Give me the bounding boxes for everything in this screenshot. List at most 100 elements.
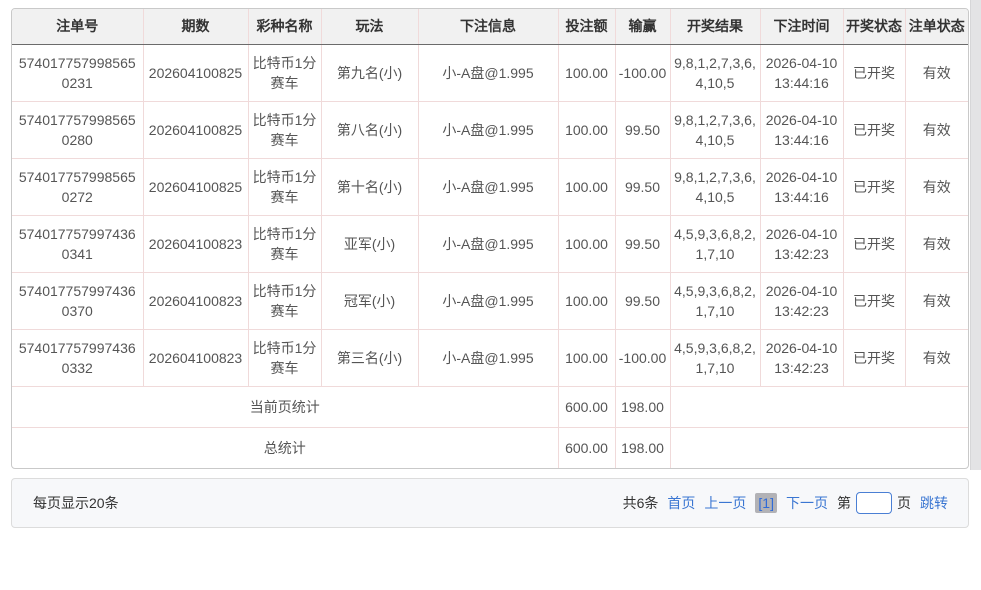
cell-play-type: 冠军(小) [321,273,418,330]
cell-draw-result: 9,8,1,2,7,3,6,4,10,5 [670,45,760,102]
total-count-label: 共6条 [623,493,659,513]
cell-order-no: 5740177579974360370 [12,273,143,330]
prev-page-link[interactable]: 上一页 [704,493,746,513]
page-summary-winloss: 198.00 [615,387,670,428]
table-row: 5740177579974360332 202604100823 比特币1分赛车… [12,330,968,387]
col-header-bet-amount: 投注额 [558,9,615,45]
bet-records-table: 注单号 期数 彩种名称 玩法 下注信息 投注额 输赢 开奖结果 下注时间 开奖状… [12,9,968,468]
cell-win-loss: 99.50 [615,216,670,273]
col-header-order-no: 注单号 [12,9,143,45]
cell-order-no: 5740177579985650280 [12,102,143,159]
cell-lottery-name: 比特币1分赛车 [248,330,321,387]
col-header-draw-status: 开奖状态 [843,9,905,45]
cell-order-no: 5740177579985650231 [12,45,143,102]
total-summary-amount: 600.00 [558,428,615,469]
cell-bet-time: 2026-04-10 13:42:23 [760,330,843,387]
col-header-lottery-name: 彩种名称 [248,9,321,45]
scrollbar-track[interactable] [970,0,981,470]
cell-win-loss: 99.50 [615,102,670,159]
table-row: 5740177579974360370 202604100823 比特币1分赛车… [12,273,968,330]
cell-period: 202604100823 [143,216,248,273]
cell-order-status: 有效 [905,102,968,159]
cell-period: 202604100825 [143,45,248,102]
table-row: 5740177579974360341 202604100823 比特币1分赛车… [12,216,968,273]
col-header-bet-time: 下注时间 [760,9,843,45]
table-row: 5740177579985650280 202604100825 比特币1分赛车… [12,102,968,159]
per-page-label: 每页显示20条 [33,493,119,513]
cell-order-status: 有效 [905,159,968,216]
cell-win-loss: -100.00 [615,45,670,102]
cell-bet-amount: 100.00 [558,330,615,387]
cell-order-no: 5740177579974360341 [12,216,143,273]
cell-bet-info: 小-A盘@1.995 [418,216,558,273]
cell-period: 202604100823 [143,330,248,387]
cell-bet-info: 小-A盘@1.995 [418,273,558,330]
col-header-order-status: 注单状态 [905,9,968,45]
cell-lottery-name: 比特币1分赛车 [248,159,321,216]
cell-draw-status: 已开奖 [843,273,905,330]
cell-lottery-name: 比特币1分赛车 [248,102,321,159]
first-page-link[interactable]: 首页 [667,493,695,513]
cell-draw-status: 已开奖 [843,45,905,102]
cell-bet-amount: 100.00 [558,102,615,159]
jump-link[interactable]: 跳转 [920,493,948,513]
cell-play-type: 第九名(小) [321,45,418,102]
cell-bet-info: 小-A盘@1.995 [418,102,558,159]
table-row: 5740177579985650231 202604100825 比特币1分赛车… [12,45,968,102]
pagination-bar: 每页显示20条 共6条 首页 上一页 [1] 下一页 第 页 跳转 [11,478,969,528]
total-summary-label: 总统计 [12,428,558,469]
page-summary-blank [670,387,968,428]
cell-win-loss: 99.50 [615,273,670,330]
cell-lottery-name: 比特币1分赛车 [248,216,321,273]
col-header-draw-result: 开奖结果 [670,9,760,45]
total-summary-row: 总统计 600.00 198.00 [12,428,968,469]
cell-play-type: 第八名(小) [321,102,418,159]
cell-bet-amount: 100.00 [558,216,615,273]
page-summary-label: 当前页统计 [12,387,558,428]
cell-draw-result: 4,5,9,3,6,8,2,1,7,10 [670,216,760,273]
cell-bet-time: 2026-04-10 13:44:16 [760,102,843,159]
page-summary-amount: 600.00 [558,387,615,428]
cell-win-loss: -100.00 [615,330,670,387]
cell-draw-status: 已开奖 [843,102,905,159]
cell-period: 202604100825 [143,159,248,216]
cell-bet-time: 2026-04-10 13:42:23 [760,273,843,330]
cell-bet-info: 小-A盘@1.995 [418,45,558,102]
col-header-period: 期数 [143,9,248,45]
cell-lottery-name: 比特币1分赛车 [248,273,321,330]
page-number-input[interactable] [856,492,892,514]
cell-order-no: 5740177579985650272 [12,159,143,216]
cell-play-type: 第三名(小) [321,330,418,387]
cell-bet-amount: 100.00 [558,273,615,330]
total-summary-blank [670,428,968,469]
cell-bet-info: 小-A盘@1.995 [418,330,558,387]
cell-win-loss: 99.50 [615,159,670,216]
cell-play-type: 第十名(小) [321,159,418,216]
cell-draw-result: 4,5,9,3,6,8,2,1,7,10 [670,273,760,330]
jump-suffix-label: 页 [897,493,911,513]
jump-group: 第 页 [837,492,911,514]
cell-draw-result: 9,8,1,2,7,3,6,4,10,5 [670,102,760,159]
cell-period: 202604100823 [143,273,248,330]
cell-bet-time: 2026-04-10 13:42:23 [760,216,843,273]
jump-prefix-label: 第 [837,493,851,513]
cell-bet-time: 2026-04-10 13:44:16 [760,159,843,216]
cell-bet-info: 小-A盘@1.995 [418,159,558,216]
cell-bet-time: 2026-04-10 13:44:16 [760,45,843,102]
pager: 共6条 首页 上一页 [1] 下一页 第 页 跳转 [623,492,948,514]
page-summary-row: 当前页统计 600.00 198.00 [12,387,968,428]
cell-bet-amount: 100.00 [558,45,615,102]
cell-order-status: 有效 [905,45,968,102]
next-page-link[interactable]: 下一页 [786,493,828,513]
cell-draw-status: 已开奖 [843,159,905,216]
cell-draw-result: 9,8,1,2,7,3,6,4,10,5 [670,159,760,216]
col-header-bet-info: 下注信息 [418,9,558,45]
table-row: 5740177579985650272 202604100825 比特币1分赛车… [12,159,968,216]
cell-draw-result: 4,5,9,3,6,8,2,1,7,10 [670,330,760,387]
total-summary-winloss: 198.00 [615,428,670,469]
cell-order-status: 有效 [905,216,968,273]
cell-play-type: 亚军(小) [321,216,418,273]
cell-order-status: 有效 [905,273,968,330]
cell-draw-status: 已开奖 [843,216,905,273]
col-header-play-type: 玩法 [321,9,418,45]
